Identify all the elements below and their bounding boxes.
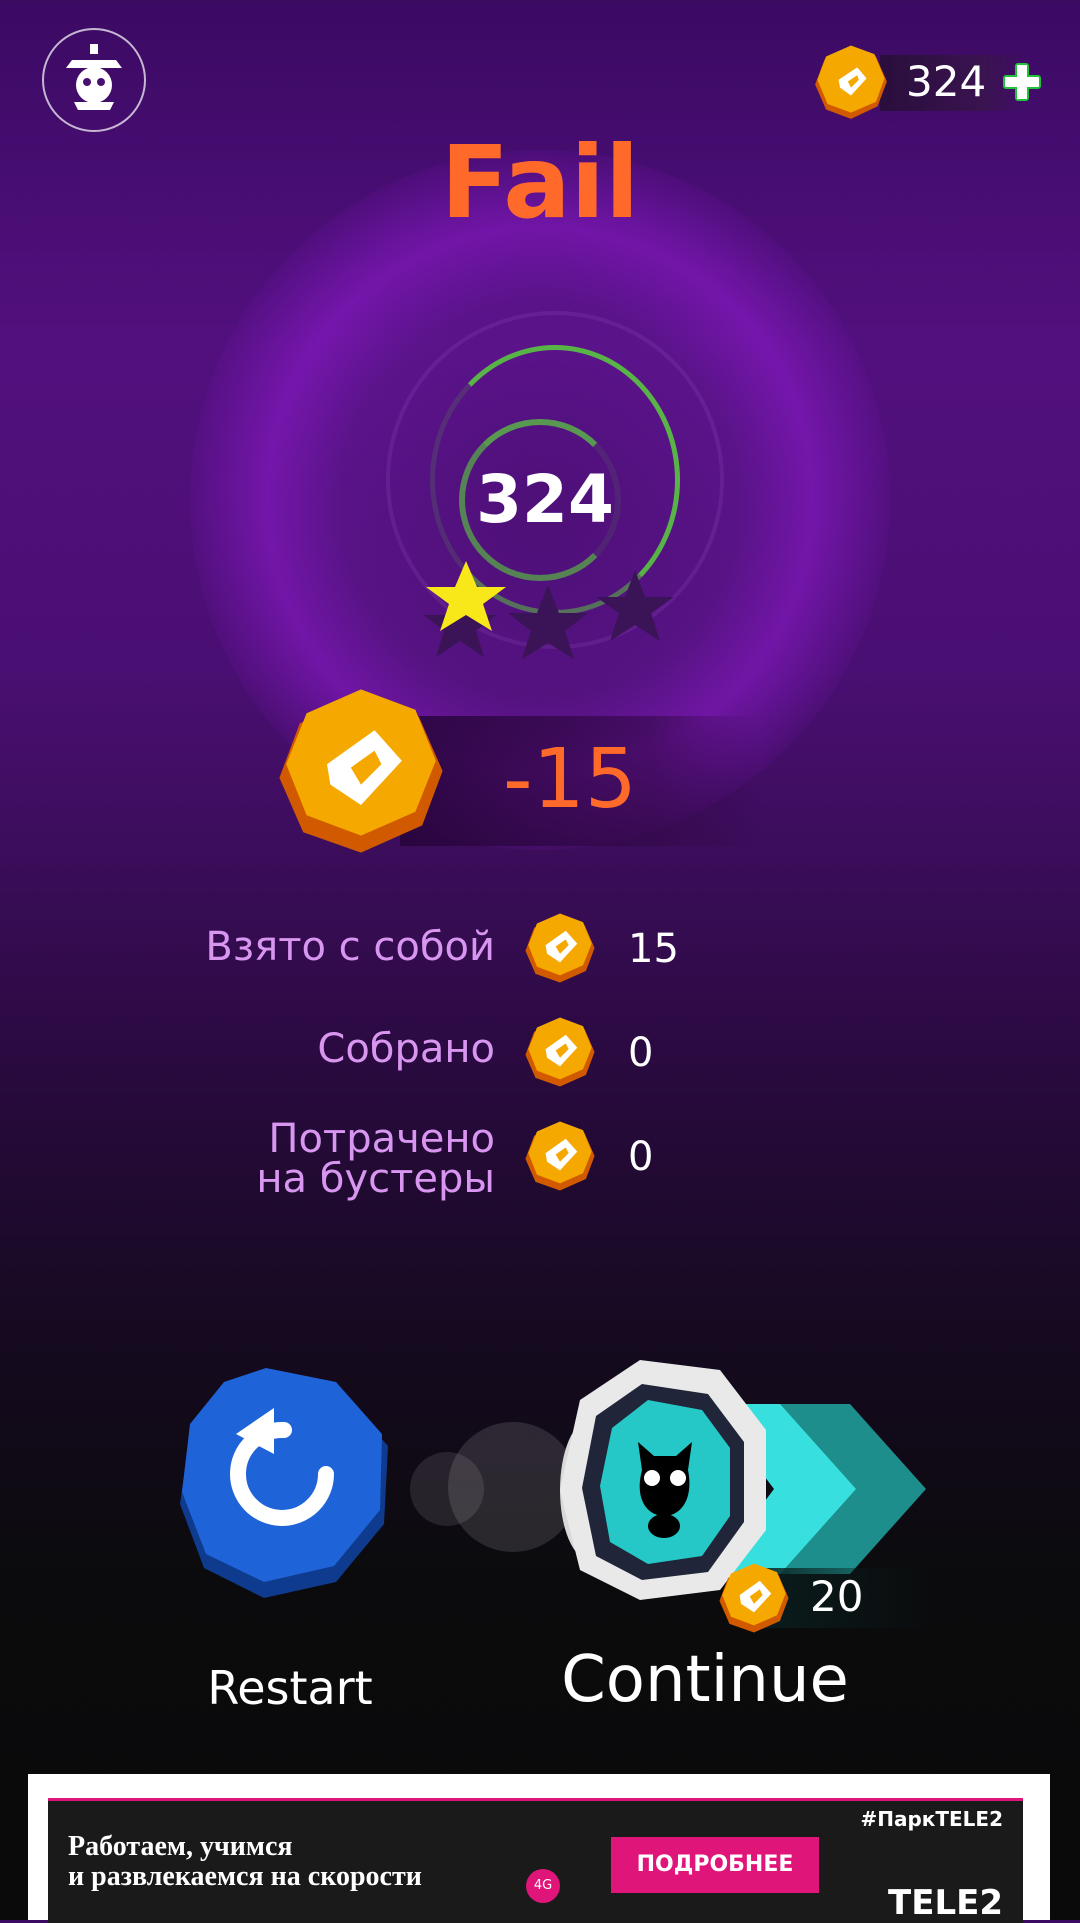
- stat-label: Потрачено: [268, 1116, 495, 1162]
- coin-balance-value: 324: [906, 57, 987, 106]
- restart-label[interactable]: Restart: [150, 1660, 430, 1716]
- coin-icon: [525, 1121, 595, 1191]
- stat-value: 15: [628, 926, 679, 972]
- score-value: 324: [476, 461, 614, 538]
- restart-icon: [180, 1368, 388, 1598]
- ad-banner-inner[interactable]: Работаем, учимся и развлекаемся на скоро…: [48, 1798, 1023, 1923]
- ad-hashtag: #ПаркTELE2: [860, 1807, 1003, 1831]
- ad-more-button[interactable]: ПОДРОБНЕЕ: [611, 1837, 819, 1893]
- star-icon: [596, 570, 674, 641]
- continue-button[interactable]: 20: [410, 1340, 930, 1640]
- coin-icon: [815, 45, 887, 119]
- star-icon: [508, 585, 588, 659]
- stat-value: 0: [628, 1030, 654, 1076]
- ad-text-line1: Работаем, учимся: [68, 1831, 293, 1862]
- coin-icon: [525, 1017, 595, 1087]
- ad-text-line2: и развлекаемся на скорости: [68, 1861, 422, 1892]
- ad-brand-logo: TELE2: [888, 1883, 1003, 1923]
- continue-cost-value: 20: [810, 1572, 864, 1621]
- star-rating: [424, 561, 674, 659]
- coin-icon: [719, 1563, 789, 1633]
- settings-robot-icon: [66, 44, 122, 110]
- coin-change-value: -15: [503, 732, 637, 827]
- coin-icon: [279, 689, 443, 853]
- coin-icon: [525, 913, 595, 983]
- stat-label: Взято с собой: [205, 924, 495, 970]
- ad-4g-badge: 4G: [526, 1869, 560, 1903]
- plus-icon: [1003, 63, 1041, 101]
- ad-banner[interactable]: Работаем, учимся и развлекаемся на скоро…: [28, 1774, 1050, 1923]
- result-title: Fail: [440, 124, 640, 241]
- stat-label: Собрано: [317, 1026, 495, 1072]
- add-coins-button[interactable]: [1000, 60, 1044, 104]
- stats-list: Взято с собой 15 Собрано 0 Потрачено на …: [0, 900, 1080, 1220]
- stat-label-line2: на бустеры: [256, 1156, 495, 1202]
- continue-label[interactable]: Continue: [520, 1642, 890, 1718]
- restart-button[interactable]: [176, 1368, 396, 1603]
- stat-value: 0: [628, 1134, 654, 1180]
- settings-button[interactable]: [42, 28, 146, 132]
